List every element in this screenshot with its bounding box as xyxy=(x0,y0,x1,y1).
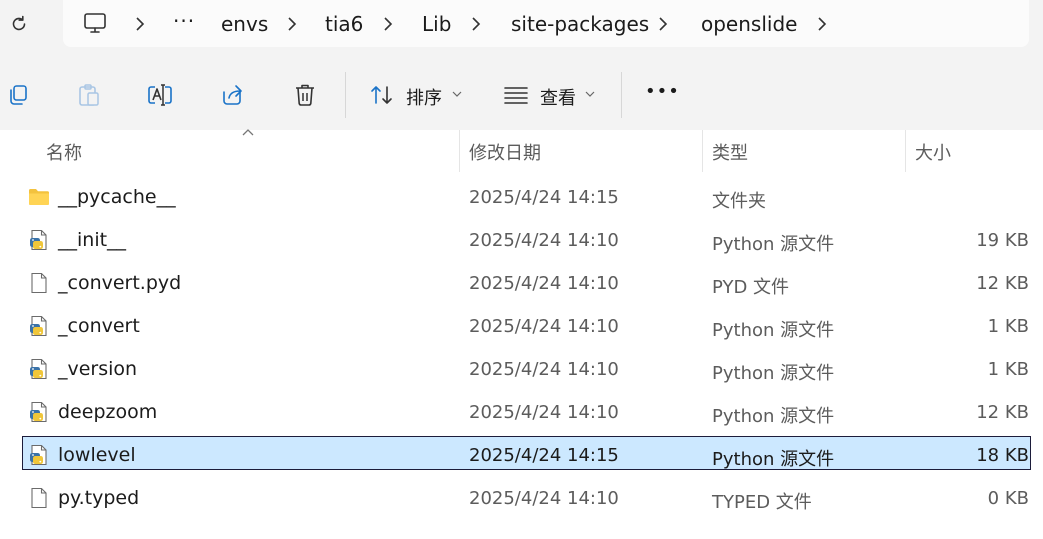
file-row[interactable]: py.typed 2025/4/24 14:10 TYPED 文件 0 KB xyxy=(0,478,1043,521)
chevron-down-icon xyxy=(584,88,596,100)
address-bar-row: ··· envs tia6 Lib site-packages openslid… xyxy=(0,0,1043,48)
file-row[interactable]: _version 2025/4/24 14:10 Python 源文件 1 KB xyxy=(0,349,1043,392)
file-name[interactable]: deepzoom xyxy=(58,401,157,423)
file-date-modified: 2025/4/24 14:15 xyxy=(469,445,619,466)
share-button[interactable] xyxy=(219,81,247,109)
python-file-icon xyxy=(28,358,50,380)
refresh-icon xyxy=(12,15,26,31)
file-size: 0 KB xyxy=(987,488,1029,509)
share-icon xyxy=(223,85,242,105)
file-row[interactable]: _convert 2025/4/24 14:10 Python 源文件 1 KB xyxy=(0,306,1043,349)
rename-button[interactable] xyxy=(146,81,174,109)
file-name[interactable]: _convert.pyd xyxy=(58,272,181,294)
column-header-date[interactable]: 修改日期 xyxy=(469,139,541,165)
column-divider[interactable] xyxy=(459,130,460,172)
column-header-type[interactable]: 类型 xyxy=(712,139,748,165)
file-size: 12 KB xyxy=(976,273,1029,294)
toolbar-separator xyxy=(345,72,346,118)
file-name[interactable]: __pycache__ xyxy=(58,186,176,208)
file-row[interactable]: __pycache__ 2025/4/24 14:15 文件夹 xyxy=(0,177,1043,220)
copy-icon xyxy=(10,85,27,105)
python-file-icon xyxy=(28,315,50,337)
file-name[interactable]: _convert xyxy=(58,315,140,337)
file-icon xyxy=(28,272,50,294)
sort-ascending-icon xyxy=(242,129,254,136)
folder-icon xyxy=(28,186,50,208)
file-row[interactable]: _convert.pyd 2025/4/24 14:10 PYD 文件 12 KB xyxy=(0,263,1043,306)
address-bar[interactable]: ··· envs tia6 Lib site-packages openslid… xyxy=(63,0,1029,47)
file-date-modified: 2025/4/24 14:10 xyxy=(469,359,619,380)
delete-button[interactable] xyxy=(291,81,319,109)
file-type: Python 源文件 xyxy=(712,320,835,341)
file-type: 文件夹 xyxy=(712,191,766,212)
file-name[interactable]: __init__ xyxy=(58,229,126,251)
file-row[interactable]: deepzoom 2025/4/24 14:10 Python 源文件 12 KB xyxy=(0,392,1043,435)
file-list: __pycache__ 2025/4/24 14:15 文件夹 __init__ 202… xyxy=(0,177,1043,521)
sort-button[interactable]: 排序 xyxy=(365,48,467,130)
file-date-modified: 2025/4/24 14:15 xyxy=(469,187,619,208)
chevron-right-icon[interactable] xyxy=(814,12,830,36)
chevron-right-icon[interactable] xyxy=(284,12,300,36)
file-type: Python 源文件 xyxy=(712,234,835,255)
more-options-button[interactable]: ••• xyxy=(645,81,680,102)
file-date-modified: 2025/4/24 14:10 xyxy=(469,316,619,337)
this-pc-icon[interactable] xyxy=(82,10,108,40)
column-header-size[interactable]: 大小 xyxy=(915,139,951,165)
breadcrumb-openslide[interactable]: openslide xyxy=(701,12,797,36)
file-type: TYPED 文件 xyxy=(712,492,812,513)
file-row[interactable]: __init__ 2025/4/24 14:10 Python 源文件 19 KB xyxy=(0,220,1043,263)
file-type: Python 源文件 xyxy=(712,449,835,470)
sort-label: 排序 xyxy=(406,88,442,109)
python-file-icon xyxy=(28,229,50,251)
paste-button[interactable] xyxy=(75,81,103,109)
chevron-right-icon[interactable] xyxy=(380,12,396,36)
file-date-modified: 2025/4/24 14:10 xyxy=(469,273,619,294)
file-date-modified: 2025/4/24 14:10 xyxy=(469,230,619,251)
breadcrumb-overflow[interactable]: ··· xyxy=(173,9,195,33)
chevron-right-icon[interactable] xyxy=(132,12,148,36)
file-size: 1 KB xyxy=(987,359,1029,380)
copy-button[interactable] xyxy=(4,81,32,109)
chevron-down-icon xyxy=(451,88,463,100)
file-icon xyxy=(28,487,50,509)
file-type: Python 源文件 xyxy=(712,363,835,384)
chevron-right-icon[interactable] xyxy=(655,12,671,36)
file-type: Python 源文件 xyxy=(712,406,835,427)
toolbar-separator xyxy=(621,72,622,118)
file-name[interactable]: lowlevel xyxy=(58,444,136,466)
view-button[interactable]: 查看 xyxy=(500,48,605,130)
paste-icon xyxy=(79,84,99,106)
file-date-modified: 2025/4/24 14:10 xyxy=(469,402,619,423)
breadcrumb-lib[interactable]: Lib xyxy=(422,12,451,36)
view-label: 查看 xyxy=(540,88,576,109)
file-date-modified: 2025/4/24 14:10 xyxy=(469,488,619,509)
breadcrumb-site-packages[interactable]: site-packages xyxy=(511,12,649,36)
file-size: 12 KB xyxy=(976,402,1029,423)
breadcrumb-envs[interactable]: envs xyxy=(221,12,268,36)
rename-icon xyxy=(148,84,172,106)
file-type: PYD 文件 xyxy=(712,277,790,298)
refresh-button[interactable] xyxy=(6,11,32,37)
chevron-right-icon[interactable] xyxy=(468,12,484,36)
trash-icon xyxy=(296,84,314,106)
sort-icon xyxy=(368,81,396,109)
file-row[interactable]: lowlevel 2025/4/24 14:15 Python 源文件 18 KB xyxy=(0,435,1043,478)
file-name[interactable]: _version xyxy=(58,358,137,380)
python-file-icon xyxy=(28,444,50,466)
column-header-name[interactable]: 名称 xyxy=(46,139,82,165)
file-name[interactable]: py.typed xyxy=(58,487,139,509)
breadcrumb-tia6[interactable]: tia6 xyxy=(325,12,363,36)
command-bar: 排序 查看 ••• xyxy=(0,48,1043,130)
column-divider[interactable] xyxy=(702,130,703,172)
column-divider[interactable] xyxy=(905,130,906,172)
column-header-row: 名称 修改日期 类型 大小 xyxy=(0,129,1043,172)
file-size: 19 KB xyxy=(976,230,1029,251)
python-file-icon xyxy=(28,401,50,423)
file-size: 18 KB xyxy=(976,445,1029,466)
view-icon xyxy=(502,81,530,109)
file-size: 1 KB xyxy=(987,316,1029,337)
